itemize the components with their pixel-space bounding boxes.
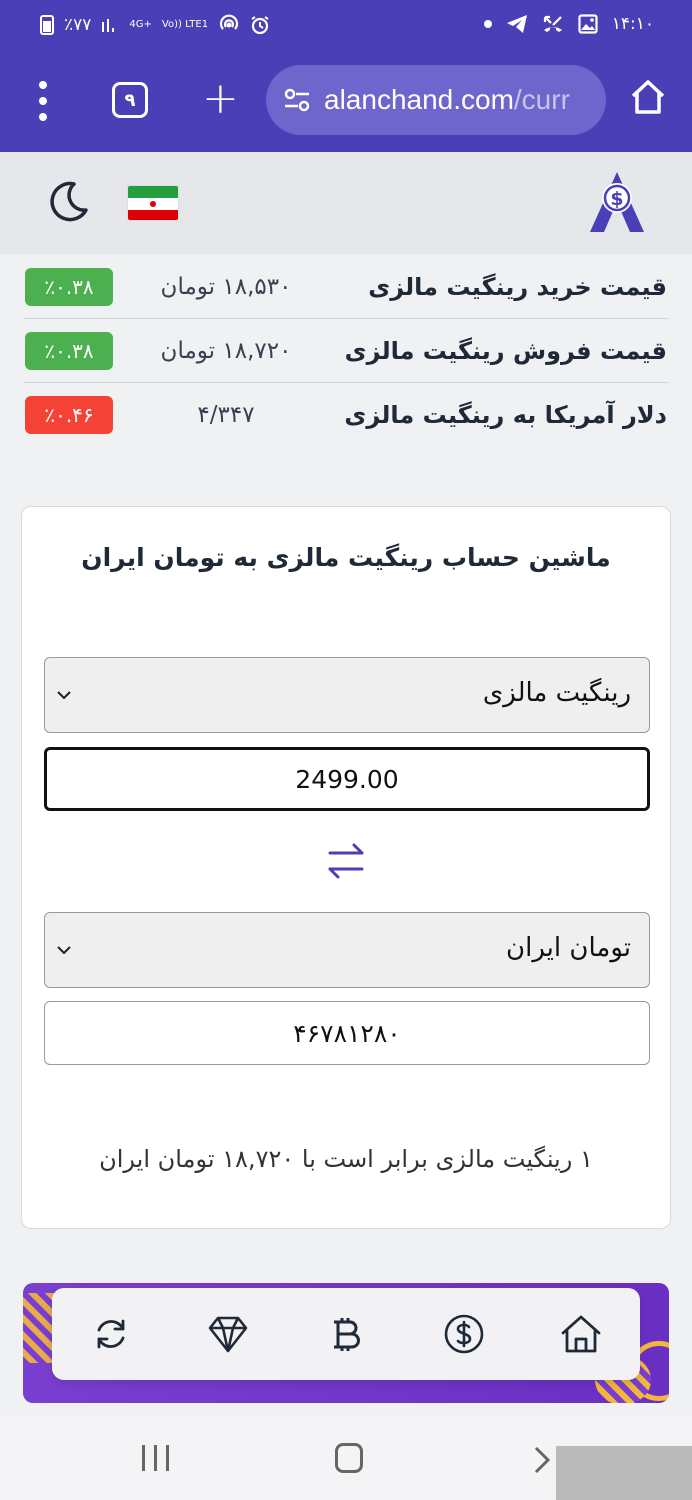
to-currency-select[interactable]: تومان ایران (44, 912, 650, 988)
amount-input[interactable]: 2499.00 (44, 747, 650, 811)
nav-crypto[interactable] (318, 1306, 374, 1362)
system-home-icon[interactable] (335, 1443, 363, 1473)
back-icon[interactable] (528, 1445, 554, 1475)
change-badge: ٪۰.۴۶ (25, 396, 113, 434)
browser-home-icon[interactable] (628, 77, 668, 117)
result-field[interactable]: ۴۶۷۸۱۲۸۰ (44, 1001, 650, 1065)
site-logo[interactable]: $ (586, 168, 648, 234)
url-domain: alanchand.com (324, 84, 514, 115)
nav-refresh[interactable] (83, 1306, 139, 1362)
hotspot-icon (220, 14, 239, 30)
rate-note: ۱ رینگیت مالزی برابر است با ۱۸,۷۲۰ تومان… (99, 1145, 593, 1173)
home-icon (561, 1315, 601, 1353)
notification-dot (483, 20, 492, 28)
diamond-icon (209, 1316, 248, 1353)
price-label: قیمت فروش رینگیت مالزی (344, 336, 667, 365)
battery-level: ٪۷۷ (64, 15, 92, 35)
network-type: 4G+ (129, 19, 152, 30)
dark-mode-icon[interactable] (44, 178, 92, 226)
site-settings-icon[interactable] (282, 85, 312, 115)
battery-icon (40, 15, 54, 35)
change-badge: ٪۰.۳۸ (25, 331, 113, 370)
from-currency-select[interactable]: رینگیت مالزی (44, 657, 650, 733)
change-badge: ٪۰.۳۸ (25, 267, 113, 306)
price-value: ۱۸,۵۳۰ تومان (160, 273, 292, 300)
url-text: alanchand.com/curr (324, 84, 570, 116)
status-bar: ٪۷۷ 4G+ Vo)) LTE1 ۱۴:۱۰ (0, 0, 692, 55)
nav-diamond[interactable] (200, 1306, 256, 1362)
volte-indicator: Vo)) LTE1 (161, 19, 209, 30)
from-currency-value: رینگیت مالزی (482, 678, 631, 708)
tab-count-button[interactable]: ۹ (112, 82, 148, 118)
address-bar[interactable]: alanchand.com/curr (266, 65, 606, 135)
price-label: دلار آمریکا به رینگیت مالزی (344, 401, 667, 429)
price-value: ۱۸,۷۲۰ تومان (160, 337, 292, 364)
browser-toolbar: ۹ + alanchand.com/curr (0, 55, 692, 152)
currency-calculator: ماشین حساب رینگیت مالزی به تومان ایران ر… (21, 506, 671, 1229)
calculator-title: ماشین حساب رینگیت مالزی به تومان ایران (81, 543, 611, 572)
iran-flag-icon[interactable] (127, 185, 179, 221)
new-tab-icon[interactable]: + (202, 77, 239, 121)
clock: ۱۴:۱۰ (611, 14, 654, 34)
telegram-icon (506, 15, 527, 33)
gallery-icon (578, 14, 598, 34)
to-currency-value: تومان ایران (506, 933, 631, 963)
price-label: قیمت خرید رینگیت مالزی (368, 272, 667, 301)
chevron-down-icon (57, 946, 71, 955)
chevron-down-icon (57, 691, 71, 700)
refresh-icon (97, 1319, 125, 1349)
price-row-sell: قیمت فروش رینگیت مالزی ۱۸,۷۲۰ تومان ٪۰.۳… (24, 319, 669, 383)
price-value: ۴/۳۴۷ (197, 402, 255, 428)
bottom-nav (52, 1288, 640, 1380)
dollar-icon (444, 1314, 483, 1354)
price-row-buy: قیمت خرید رینگیت مالزی ۱۸,۵۳۰ تومان ٪۰.۳… (24, 255, 669, 319)
recents-icon[interactable] (142, 1445, 169, 1471)
svg-text:$: $ (610, 188, 623, 210)
url-path: /curr (513, 84, 570, 115)
price-table: قیمت خرید رینگیت مالزی ۱۸,۵۳۰ تومان ٪۰.۳… (24, 255, 669, 447)
swap-icon[interactable] (322, 839, 370, 883)
menu-icon[interactable] (34, 81, 52, 121)
alarm-icon (251, 16, 269, 35)
missed-call-icon (543, 15, 562, 32)
nav-currency[interactable] (436, 1306, 492, 1362)
bitcoin-icon (333, 1318, 360, 1351)
nav-home[interactable] (553, 1306, 609, 1362)
signal-icon (102, 19, 115, 32)
site-header: $ (0, 152, 692, 254)
price-row-usd: دلار آمریکا به رینگیت مالزی ۴/۳۴۷ ٪۰.۴۶ (24, 383, 669, 447)
watermark (556, 1446, 692, 1500)
